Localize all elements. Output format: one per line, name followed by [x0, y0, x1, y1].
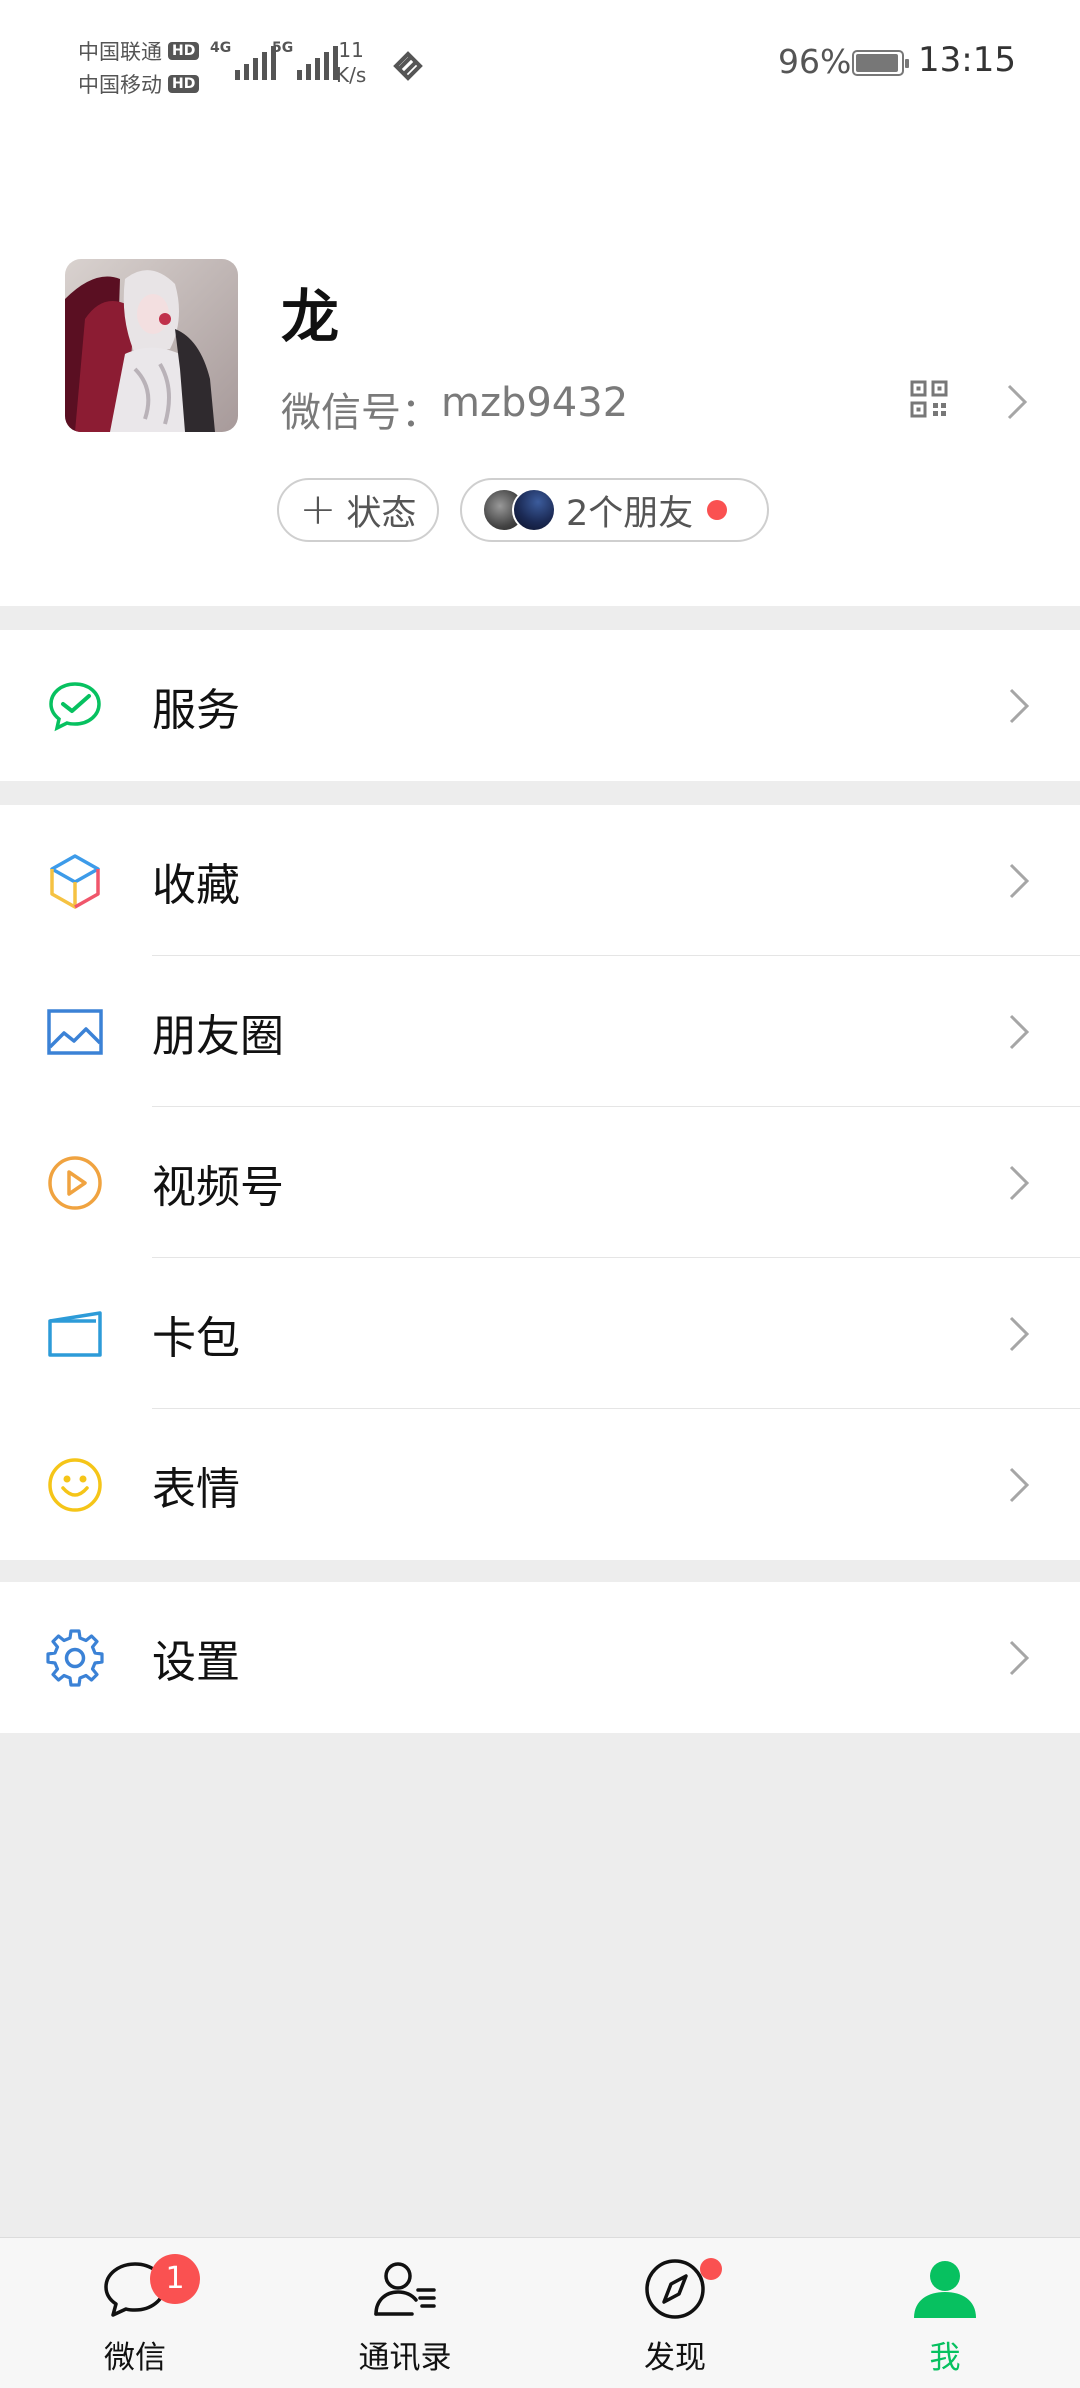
net-type-2: 5G: [272, 40, 294, 56]
menu-item-settings[interactable]: 设置: [0, 1582, 1080, 1733]
chevron-right-icon: [1009, 688, 1030, 723]
unread-count-badge: 1: [150, 2254, 200, 2304]
unread-dot: [707, 500, 728, 520]
signal-1-icon: 4G: [210, 40, 277, 80]
profile-header[interactable]: 龙 微信号： mzb9432 + 状态 2个朋友: [0, 130, 1080, 606]
menu-item-stickers[interactable]: 表情: [0, 1409, 1080, 1560]
network-speed-unit: K/s: [336, 63, 367, 87]
chevron-right-icon: [1009, 1165, 1030, 1200]
bottom-tab-bar: 1 微信 通讯录 发现 我: [0, 2237, 1080, 2388]
menu-item-services[interactable]: 服务: [0, 630, 1080, 781]
menu-item-moments-label: 朋友圈: [152, 1010, 284, 1062]
menu-item-cards[interactable]: 卡包: [0, 1258, 1080, 1409]
wechat-id: 微信号： mzb9432: [281, 380, 628, 438]
chevron-right-icon: [1007, 384, 1028, 420]
avatar[interactable]: [65, 259, 238, 432]
hd-badge: HD: [168, 74, 200, 93]
friends-status-label: 2个朋友: [566, 493, 694, 534]
menu-item-services-label: 服务: [152, 684, 240, 736]
tab-chats-label: 微信: [104, 2340, 166, 2376]
nickname: 龙: [281, 283, 340, 351]
menu-item-settings-label: 设置: [152, 1636, 240, 1688]
services-icon: [49, 681, 101, 731]
menu-item-moments[interactable]: 朋友圈: [0, 956, 1080, 1107]
signal-2-icon: 5G: [272, 40, 339, 80]
tab-me[interactable]: 我: [845, 2238, 1045, 2388]
moments-image-icon: [47, 1008, 103, 1055]
contacts-icon: [374, 2262, 436, 2316]
carrier-2-label: 中国移动: [78, 72, 162, 97]
plus-icon: +: [299, 484, 337, 535]
carrier-info: 中国联通 HD 中国移动 HD: [78, 34, 200, 100]
tab-chats[interactable]: 1 微信: [35, 2238, 235, 2388]
add-status-button[interactable]: + 状态: [277, 478, 439, 542]
chevron-right-icon: [1009, 1640, 1030, 1675]
menu-item-channels-label: 视频号: [152, 1161, 284, 1213]
chevron-right-icon: [1009, 863, 1030, 898]
chevron-right-icon: [1009, 1467, 1030, 1502]
friends-status-button[interactable]: 2个朋友: [460, 478, 769, 542]
network-speed: 11 K/s: [336, 38, 366, 88]
qr-code-icon[interactable]: [910, 380, 948, 418]
battery-percent: 96%: [778, 42, 852, 81]
menu-item-favorites[interactable]: 收藏: [0, 805, 1080, 956]
card-wallet-icon: [48, 1310, 102, 1357]
menu-group-services: 服务: [0, 630, 1080, 781]
discover-new-dot: [700, 2258, 722, 2280]
tab-contacts-label: 通讯录: [358, 2340, 452, 2376]
menu-item-cards-label: 卡包: [152, 1312, 240, 1364]
chevron-right-icon: [1009, 1316, 1030, 1351]
vowifi-icon: [393, 51, 423, 81]
net-type-1: 4G: [210, 40, 232, 56]
wechat-id-label: 微信号：: [281, 390, 441, 436]
chevron-right-icon: [1009, 1014, 1030, 1049]
gear-icon: [46, 1628, 104, 1687]
channels-play-icon: [48, 1155, 102, 1210]
menu-group-main: 收藏 朋友圈 视频号 卡包 表情: [0, 805, 1080, 1560]
menu-item-channels[interactable]: 视频号: [0, 1107, 1080, 1258]
tab-discover[interactable]: 发现: [575, 2238, 775, 2388]
menu-group-settings: 设置: [0, 1582, 1080, 1733]
menu-item-stickers-label: 表情: [152, 1463, 240, 1515]
status-bar: 中国联通 HD 中国移动 HD 4G 5G 11 K/s 96% 13:15: [0, 0, 1080, 130]
friend-avatar: [512, 488, 556, 532]
person-filled-icon: [914, 2261, 976, 2318]
tab-discover-label: 发现: [644, 2340, 706, 2376]
tab-me-label: 我: [929, 2340, 961, 2376]
hd-badge: HD: [168, 41, 200, 60]
menu-item-favorites-label: 收藏: [152, 859, 240, 911]
battery-icon: [852, 50, 909, 76]
network-speed-value: 11: [338, 38, 364, 62]
carrier-1-label: 中国联通: [78, 39, 162, 64]
favorites-cube-icon: [50, 853, 100, 909]
wechat-id-value: mzb9432: [441, 380, 629, 426]
smiley-face-icon: [48, 1457, 102, 1512]
clock: 13:15: [918, 40, 1016, 80]
tab-contacts[interactable]: 通讯录: [305, 2238, 505, 2388]
status-button-label: 状态: [346, 493, 417, 534]
